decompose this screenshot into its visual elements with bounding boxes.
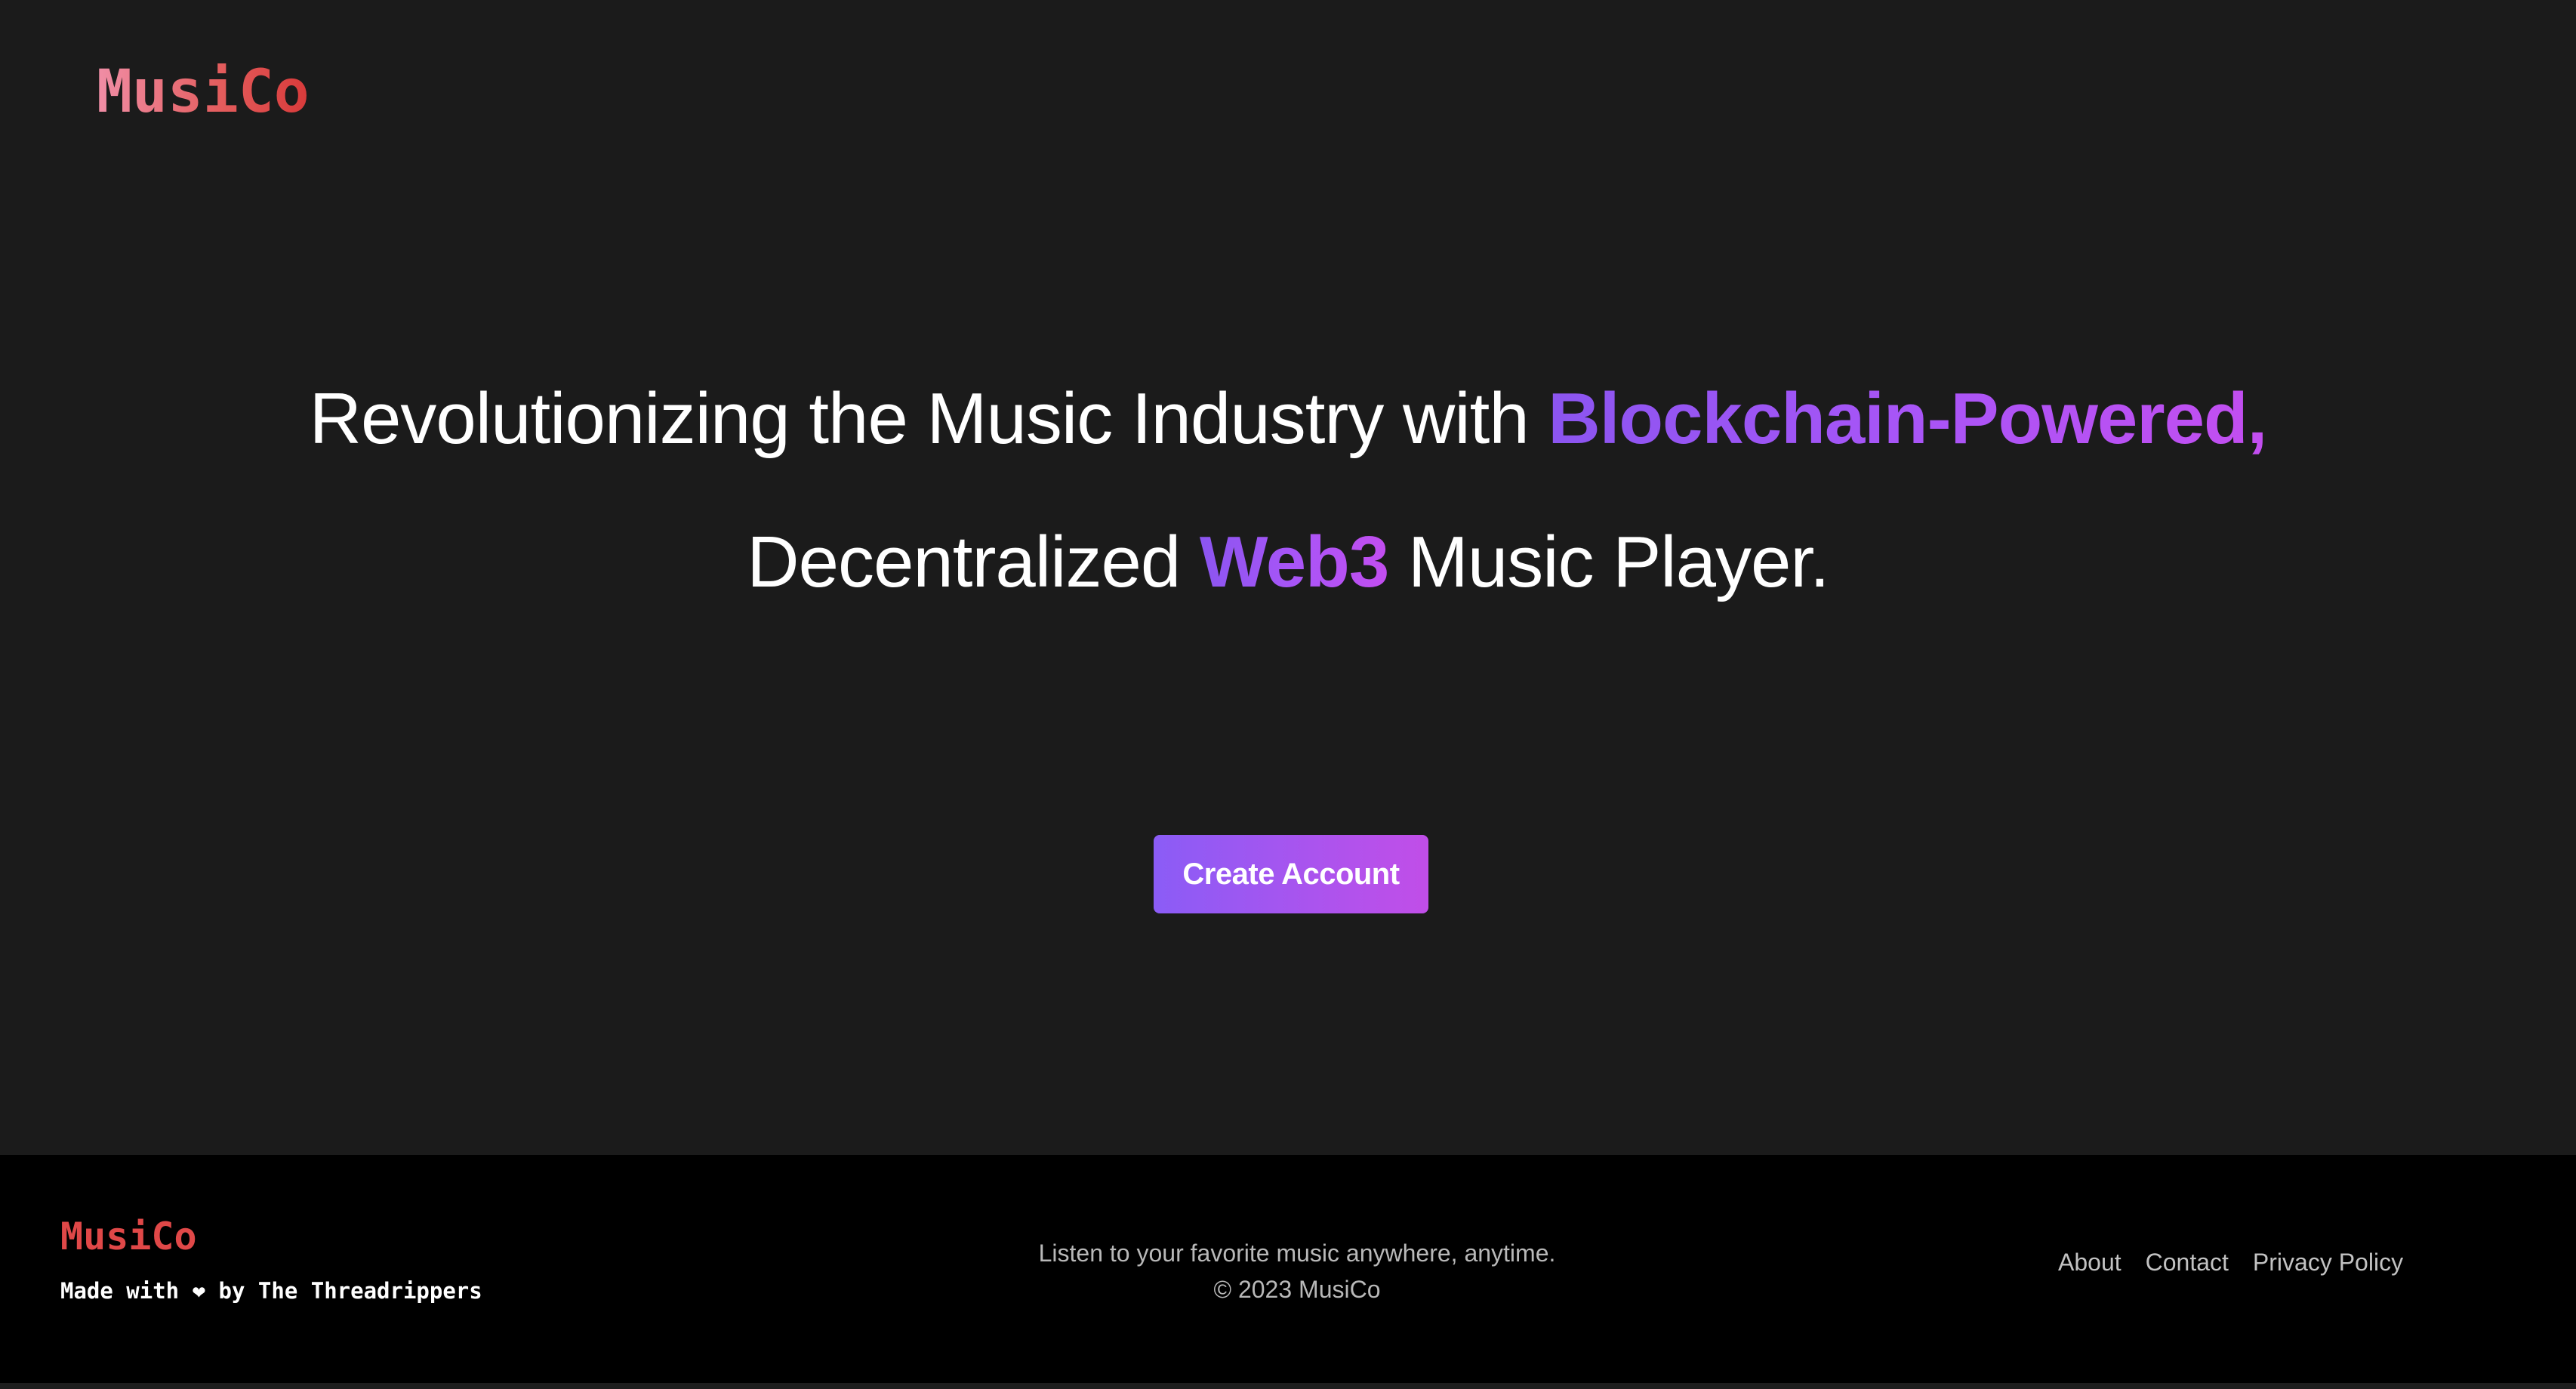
footer-info: Listen to your favorite music anywhere, …	[911, 1235, 1684, 1307]
create-account-button[interactable]: Create Account	[1154, 835, 1428, 913]
footer-bottom-divider	[0, 1383, 2576, 1389]
hero-line-1-highlight: Blockchain-Powered,	[1548, 378, 2267, 459]
hero-line-2-highlight: Web3	[1199, 522, 1389, 602]
hero-line-1: Revolutionizing the Music Industry with …	[0, 370, 2576, 468]
footer-copyright: © 2023 MusiCo	[1213, 1276, 1381, 1303]
hero-headline: Revolutionizing the Music Industry with …	[0, 370, 2576, 611]
footer-logo[interactable]: MusiCo	[60, 1212, 197, 1261]
footer-tagline: Listen to your favorite music anywhere, …	[1038, 1240, 1556, 1267]
footer-credit: Made with ❤ by The Threadrippers	[60, 1276, 482, 1306]
footer-link-privacy-policy[interactable]: Privacy Policy	[2253, 1241, 2403, 1283]
footer-credit-prefix: Made with	[60, 1278, 193, 1304]
site-footer: MusiCo Made with ❤ by The Threadrippers …	[0, 1155, 2576, 1389]
footer-link-contact[interactable]: Contact	[2146, 1241, 2229, 1283]
footer-nav: About Contact Privacy Policy	[2058, 1241, 2403, 1283]
footer-link-about[interactable]: About	[2058, 1241, 2122, 1283]
hero-line-2-text: Decentralized	[747, 522, 1200, 602]
hero-line-2-suffix: Music Player.	[1388, 522, 1830, 602]
heart-icon: ❤	[192, 1278, 206, 1304]
footer-credit-suffix: by The Threadrippers	[205, 1278, 482, 1304]
hero-line-1-text: Revolutionizing the Music Industry with	[309, 378, 1548, 459]
hero-line-2: Decentralized Web3 Music Player.	[0, 513, 2576, 611]
site-logo[interactable]: MusiCo	[97, 54, 310, 130]
